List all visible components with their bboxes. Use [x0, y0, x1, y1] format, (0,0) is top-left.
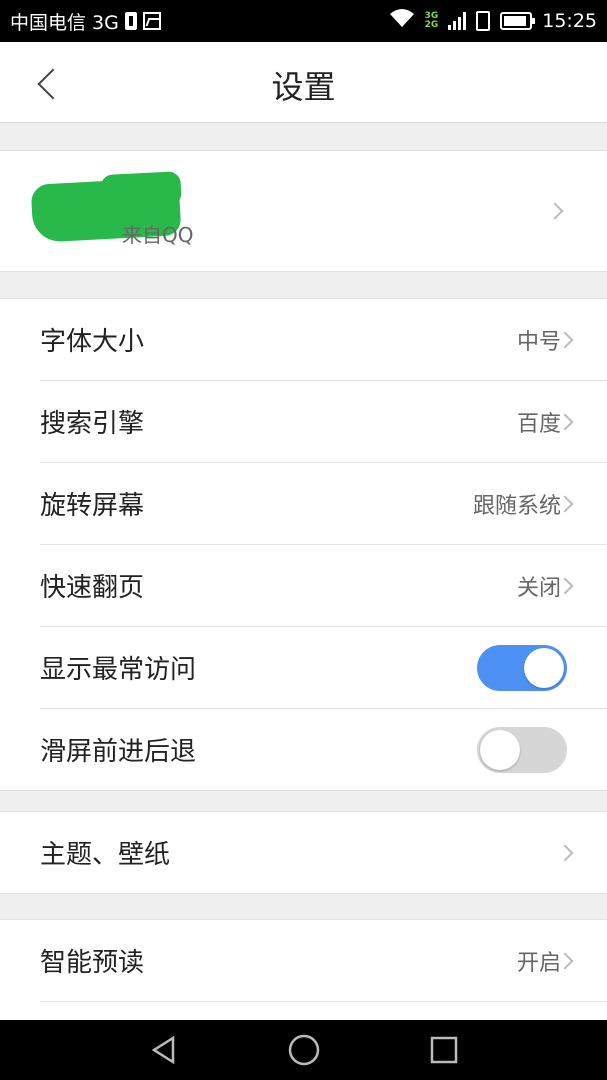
- charging-icon: [124, 12, 137, 30]
- swipe-navigation-toggle[interactable]: [477, 726, 567, 773]
- setting-label: 旋转屏幕: [40, 491, 145, 521]
- image-notification-icon: [142, 12, 161, 30]
- setting-label: 字体大小: [40, 327, 145, 357]
- setting-font-size[interactable]: 字体大小 中号: [40, 299, 607, 381]
- account-source: 来自QQ: [122, 223, 194, 247]
- page-title: 设置: [271, 68, 336, 106]
- setting-show-most-visited: 显示最常访问: [40, 627, 607, 709]
- setting-value: 中号: [516, 329, 561, 355]
- back-triangle-icon: [151, 1035, 174, 1065]
- setting-value: 关闭: [516, 575, 561, 601]
- settings-group-theme: 主题、壁纸: [0, 811, 607, 894]
- setting-value: 跟随系统: [472, 493, 561, 519]
- setting-search-engine[interactable]: 搜索引擎 百度: [40, 381, 607, 463]
- chevron-right-icon: [546, 202, 564, 220]
- signal-icon: [448, 12, 467, 30]
- settings-group-general: 字体大小 中号 搜索引擎 百度 旋转屏幕 跟随系统 快速翻页 关闭 显示最常访问…: [0, 298, 607, 791]
- setting-label: 搜索引擎: [40, 409, 145, 439]
- setting-value: 百度: [516, 411, 561, 437]
- recents-square-icon: [430, 1036, 457, 1064]
- account-section: 来自QQ: [0, 150, 607, 272]
- network-type-icon: 3G 2G: [425, 12, 439, 30]
- battery-icon: [500, 12, 536, 30]
- setting-value: 开启: [516, 950, 561, 976]
- status-bar: 中国电信 3G 3G 2G 15:25: [0, 0, 607, 42]
- header: 设置: [0, 42, 607, 123]
- nav-back-button[interactable]: [144, 1030, 184, 1070]
- setting-label: 滑屏前进后退: [40, 737, 197, 767]
- setting-label: 智能预读: [40, 948, 145, 978]
- carrier-label: 中国电信 3G: [10, 11, 119, 34]
- account-row[interactable]: 来自QQ: [0, 151, 607, 271]
- setting-smart-preload[interactable]: 智能预读 开启: [40, 920, 607, 1002]
- chevron-right-icon: [556, 844, 574, 861]
- setting-rotate-screen[interactable]: 旋转屏幕 跟随系统: [40, 463, 607, 545]
- settings-group-advanced: 智能预读 开启: [0, 919, 607, 1021]
- nav-recents-button[interactable]: [424, 1030, 464, 1070]
- setting-quick-page-turn[interactable]: 快速翻页 关闭: [40, 545, 607, 627]
- setting-label: 显示最常访问: [40, 655, 197, 685]
- network-bottom-label: 2G: [424, 20, 439, 30]
- most-visited-toggle[interactable]: [477, 644, 567, 691]
- nav-home-button[interactable]: [284, 1030, 324, 1070]
- setting-label: 主题、壁纸: [40, 840, 171, 870]
- setting-swipe-navigation: 滑屏前进后退: [40, 709, 607, 790]
- system-nav-bar: [0, 1020, 607, 1080]
- setting-theme-wallpaper[interactable]: 主题、壁纸: [40, 812, 607, 893]
- setting-label: 快速翻页: [40, 573, 145, 603]
- sim-icon: [476, 11, 491, 31]
- wifi-icon: [389, 8, 415, 34]
- home-circle-icon: [288, 1034, 319, 1066]
- clock: 15:25: [542, 10, 597, 32]
